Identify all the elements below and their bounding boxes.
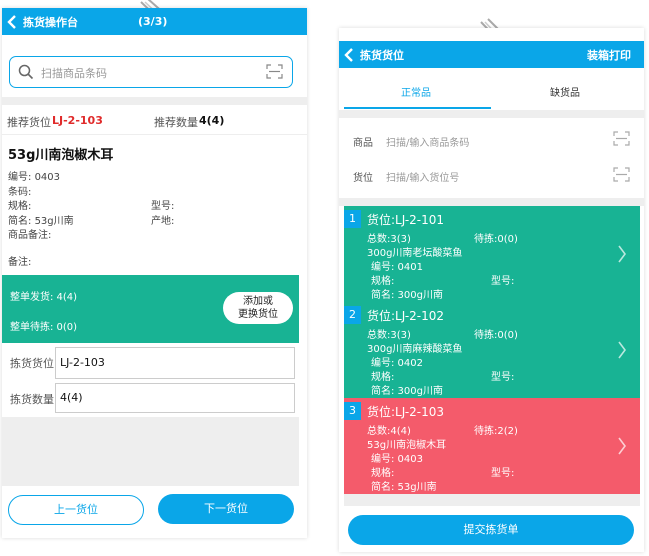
card-spec: 规格: [371,468,395,479]
code-label: 编号: [8,172,32,183]
model-label: 型号: [151,201,175,212]
code-value: 0403 [34,172,61,183]
card-index-badge: 2 [344,306,361,324]
card-product: 53g川南泡椒木耳 [367,440,447,451]
barcode-label: 条码: [8,186,32,198]
location-scan-placeholder: 扫描/输入货位号 [386,173,460,184]
pick-qty-value: 4(4) [60,391,83,404]
location-scan-label: 货位 [353,173,373,184]
tab-normal[interactable]: 正常品 [401,84,431,99]
pick-location-row: 拣货货位 LJ-2-103 [2,347,299,379]
card-code: 编号: 0402 [371,358,423,369]
product-note-label: 商品备注: [8,230,52,241]
pick-location-field[interactable]: LJ-2-103 [55,347,295,379]
print-button[interactable]: 装箱打印 [587,47,631,63]
change-location-button-line2: 更换货位 [238,309,278,320]
card-location: 货位:LJ-2-101 [367,213,445,227]
pick-location-label: 拣货货位 [10,357,54,370]
empty-area [2,417,299,486]
divider [339,110,644,118]
chevron-right-icon [617,245,627,266]
change-location-button-line1: 添加或 [243,296,273,307]
scan-icon[interactable] [266,64,283,82]
pick-qty-row: 拣货数量 4(4) [2,383,299,415]
card-pending: 待拣:2(2) [474,426,518,437]
list-bottom-band [344,494,640,506]
next-location-button[interactable]: 下一货位 [158,494,294,524]
card-total: 总数:3(3) [367,234,411,245]
submit-pick-list-button[interactable]: 提交拣货单 [348,515,634,545]
spec-label: 规格: [8,201,32,212]
header-bar: 拣货操作台 (3/3) [2,8,307,35]
order-pending: 整单待拣: 0(0) [10,322,78,333]
page-title: 拣货货位 [360,48,404,62]
picking-console-screen: 拣货操作台 (3/3) 扫描商品条码 推荐货位 LJ-2-103 推荐数量 4(… [2,8,307,538]
card-total: 总数:4(4) [367,426,411,437]
search-icon [18,64,34,83]
card-spec: 规格: [371,372,395,383]
recommend-location-label: 推荐货位 [7,116,51,129]
product-scan-row[interactable]: 商品 扫描/输入商品条码 [339,125,644,155]
divider [2,97,307,105]
pick-qty-field[interactable]: 4(4) [55,383,295,413]
recommend-qty-value: 4(4) [199,114,225,127]
recommend-qty-label: 推荐数量 [154,116,198,129]
card-pending: 待拣:0(0) [474,330,518,341]
product-scan-placeholder: 扫描/输入商品条码 [386,138,470,149]
card-model: 型号: [491,372,515,383]
location-card[interactable]: 2 货位:LJ-2-102 总数:3(3) 待拣:0(0) 300g川南麻辣酸菜… [344,302,640,398]
tab-active-indicator [344,107,491,109]
back-arrow-icon[interactable] [344,47,356,62]
product-name: 53g川南泡椒木耳 [8,148,114,163]
order-summary-panel: 整单发货: 4(4) 整单待拣: 0(0) 添加或 更换货位 [2,275,299,343]
location-scan-row[interactable]: 货位 扫描/输入货位号 [339,161,644,191]
search-input[interactable]: 扫描商品条码 [9,56,293,88]
card-index-badge: 1 [344,210,361,228]
prev-location-button[interactable]: 上一货位 [8,495,144,525]
origin-label: 产地: [151,215,175,227]
location-card[interactable]: 1 货位:LJ-2-101 总数:3(3) 待拣:0(0) 300g川南老坛酸菜… [344,206,640,302]
card-pending: 待拣:0(0) [474,234,518,245]
card-location: 货位:LJ-2-102 [367,309,445,323]
change-location-button[interactable]: 添加或 更换货位 [223,292,293,324]
card-product: 300g川南麻辣酸菜鱼 [367,344,463,355]
card-short-name: 简名: 300g川南 [371,386,443,397]
order-shipped: 整单发货: 4(4) [10,292,78,303]
card-total: 总数:3(3) [367,330,411,341]
card-model: 型号: [491,468,515,479]
tab-bar: 正常品 缺货品 [339,68,644,109]
card-model: 型号: [491,276,515,287]
card-product: 300g川南老坛酸菜鱼 [367,248,463,259]
recommend-row: 推荐货位 LJ-2-103 推荐数量 4(4) [2,108,307,135]
short-name-label: 简名: [8,215,32,227]
card-index-badge: 3 [344,402,361,420]
back-arrow-icon[interactable] [7,14,19,29]
chevron-right-icon [617,437,627,458]
card-code: 编号: 0401 [371,262,423,273]
card-short-name: 简名: 300g川南 [371,290,443,301]
search-placeholder: 扫描商品条码 [41,67,107,80]
header-bar: 拣货货位 装箱打印 [339,41,644,68]
chevron-right-icon [617,341,627,362]
location-card[interactable]: 3 货位:LJ-2-103 总数:4(4) 待拣:2(2) 53g川南泡椒木耳 … [344,398,640,494]
card-short-name: 简名: 53g川南 [371,482,437,493]
location-card-list: 1 货位:LJ-2-101 总数:3(3) 待拣:0(0) 300g川南老坛酸菜… [344,206,640,494]
progress-counter: (3/3) [138,15,168,28]
scan-icon[interactable] [613,167,630,185]
recommend-location-value: LJ-2-103 [52,114,103,127]
short-name-value: 53g川南 [34,215,74,227]
picking-location-screen: 拣货货位 装箱打印 正常品 缺货品 商品 扫描/输入商品条码 货位 扫描/输入货… [339,28,644,552]
scan-icon[interactable] [613,131,630,149]
pick-qty-label: 拣货数量 [10,393,54,406]
page-title: 拣货操作台 [23,15,78,29]
card-code: 编号: 0403 [371,454,423,465]
card-location: 货位:LJ-2-103 [367,405,445,419]
product-scan-label: 商品 [353,138,373,149]
divider [339,198,644,206]
remark-label: 备注: [8,257,32,268]
card-spec: 规格: [371,276,395,287]
product-detail: 编号: 0403 条码: 规格: 型号: 简名: 53g川南 产地: 商品备注: [8,171,298,271]
tab-shortage[interactable]: 缺货品 [550,84,580,99]
pick-location-value: LJ-2-103 [60,356,105,369]
